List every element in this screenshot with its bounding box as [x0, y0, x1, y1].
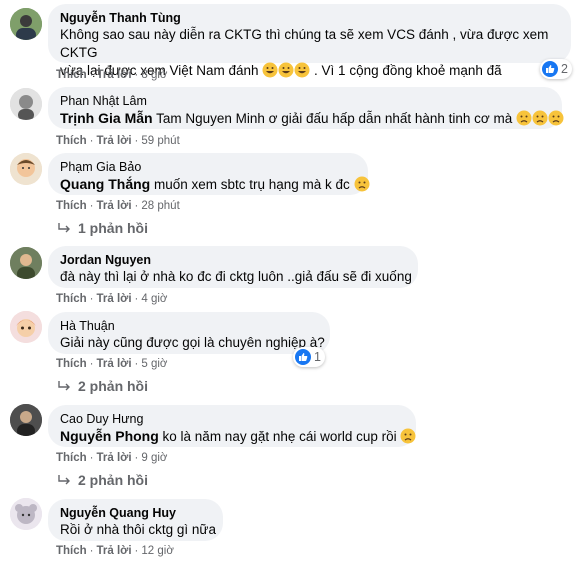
comment-text-body: muốn xem sbtc trụ hạng mà k đc [150, 177, 350, 192]
comment-actions: Thích · Trả lời · 9 giờ [56, 452, 168, 464]
comment-author[interactable]: Cao Duy Hưng [60, 411, 404, 427]
avatar[interactable] [10, 404, 42, 436]
comment-actions: Thích · Trả lời · 5 giờ [56, 358, 168, 370]
reaction-number: 2 [561, 62, 568, 76]
replies-count: 2 phản hồi [78, 378, 148, 394]
like-button[interactable]: Thích [56, 200, 87, 212]
comment-author[interactable]: Nguyễn Thanh Tùng [60, 10, 559, 26]
sad-emoji-icon [400, 428, 416, 444]
reply-button[interactable]: Trả lời [97, 545, 132, 557]
comment-text: Quang Thắng muốn xem sbtc trụ hạng mà k … [60, 175, 370, 194]
comment-text-body: ko là năm nay gặt nhẹ cái world cup rồi [158, 429, 397, 444]
sad-emoji-icon [354, 176, 370, 192]
comment-author[interactable]: Phan Nhật Lâm [60, 93, 550, 109]
like-icon [295, 349, 311, 365]
comment-actions: Thích · Trả lời · 28 phút [56, 200, 180, 212]
like-button[interactable]: Thích [56, 358, 87, 370]
grinning-emoji-icon [294, 62, 310, 78]
comment-bubble: Jordan Nguyen đà này thì lại ở nhà ko đc… [48, 246, 418, 288]
avatar[interactable] [10, 311, 42, 343]
avatar[interactable] [10, 153, 42, 185]
comment-author[interactable]: Hà Thuận [60, 318, 318, 334]
like-button[interactable]: Thích [56, 545, 87, 557]
replies-count: 2 phản hồi [78, 472, 148, 488]
comment-text: Rồi ở nhà thôi cktg gì nữa [60, 522, 216, 537]
comment-bubble: Nguyễn Thanh Tùng Không sao sau này diễn… [48, 4, 571, 78]
comment-actions: Thích · Trả lời · 12 giờ [56, 545, 174, 557]
like-icon [542, 61, 558, 77]
reaction-count[interactable]: 1 [293, 347, 325, 367]
comment-bubble: Phan Nhật Lâm Trịnh Gia Mẫn Tam Nguyen M… [48, 87, 564, 129]
reply-button[interactable]: Trả lời [97, 293, 132, 305]
comment-time[interactable]: 9 giờ [141, 452, 167, 464]
comment-text: Giải này cũng được gọi là chuyên nghiệp … [60, 335, 325, 350]
sad-emoji-icon [516, 110, 532, 126]
view-replies-button[interactable]: 1 phản hồi [58, 220, 148, 236]
avatar-photo-icon [10, 88, 42, 120]
comment-text: Trịnh Gia Mẫn Tam Nguyen Minh ơ giải đấu… [60, 109, 564, 128]
avatar-photo-icon [10, 498, 42, 530]
grinning-emoji-icon [262, 62, 278, 78]
avatar-photo-icon [10, 311, 42, 343]
reply-button[interactable]: Trả lời [97, 69, 132, 81]
reply-button[interactable]: Trả lời [97, 135, 132, 147]
comment-bubble: Phạm Gia Bảo Quang Thắng muốn xem sbtc t… [48, 153, 370, 195]
replies-count: 1 phản hồi [78, 220, 148, 236]
like-button[interactable]: Thích [56, 452, 87, 464]
avatar-photo-icon [10, 153, 42, 185]
comment-text-body: Tam Nguyen Minh ơ giải đấu hấp dẫn nhất … [152, 111, 513, 126]
comment-time[interactable]: 59 phút [141, 135, 179, 147]
emoji-set [262, 62, 314, 78]
reply-arrow-icon [58, 223, 70, 233]
like-button[interactable]: Thích [56, 135, 87, 147]
reply-arrow-icon [58, 475, 70, 485]
comment-time[interactable]: 8 giờ [141, 69, 167, 81]
comment-time[interactable]: 4 giờ [141, 293, 167, 305]
avatar-photo-icon [10, 247, 42, 279]
avatar-photo-icon [10, 404, 42, 436]
comment-author[interactable]: Jordan Nguyen [60, 252, 406, 268]
grinning-emoji-icon [278, 62, 294, 78]
comment-text: Nguyễn Phong ko là năm nay gặt nhẹ cái w… [60, 427, 416, 446]
mention-link[interactable]: Nguyễn Phong [60, 428, 159, 444]
reply-button[interactable]: Trả lời [97, 358, 132, 370]
like-button[interactable]: Thích [56, 293, 87, 305]
view-replies-button[interactable]: 2 phản hồi [58, 472, 148, 488]
comment-author[interactable]: Nguyễn Quang Huy [60, 505, 211, 521]
view-replies-button[interactable]: 2 phản hồi [58, 378, 148, 394]
comment-bubble: Hà Thuận Giải này cũng được gọi là chuyê… [48, 312, 330, 354]
reaction-count[interactable]: 2 [540, 59, 572, 79]
avatar[interactable] [10, 247, 42, 279]
reply-button[interactable]: Trả lời [97, 200, 132, 212]
avatar[interactable] [10, 88, 42, 120]
comment-time[interactable]: 12 giờ [141, 545, 173, 557]
sad-emoji-icon [548, 110, 564, 126]
avatar[interactable] [10, 8, 42, 40]
comment-bubble: Cao Duy Hưng Nguyễn Phong ko là năm nay … [48, 405, 416, 447]
comment-actions: Thích · Trả lời · 4 giờ [56, 293, 168, 305]
comment-actions: Thích · Trả lời · 59 phút [56, 135, 180, 147]
reaction-number: 1 [314, 350, 321, 364]
comment-time[interactable]: 28 phút [141, 200, 179, 212]
reply-arrow-icon [58, 381, 70, 391]
comment-text-line2-after: . Vì 1 cộng đồng khoẻ mạnh đã [314, 63, 502, 78]
like-button[interactable]: Thích [56, 69, 87, 81]
mention-link[interactable]: Trịnh Gia Mẫn [60, 110, 153, 126]
reply-button[interactable]: Trả lời [97, 452, 132, 464]
avatar[interactable] [10, 498, 42, 530]
comment-author[interactable]: Phạm Gia Bảo [60, 159, 356, 175]
comment-text-line1: Không sao sau này diễn ra CKTG thì chúng… [60, 27, 549, 60]
mention-link[interactable]: Quang Thắng [60, 176, 150, 192]
comment-bubble: Nguyễn Quang Huy Rồi ở nhà thôi cktg gì … [48, 499, 223, 541]
sad-emoji-icon [532, 110, 548, 126]
comment-actions: Thích · Trả lời · 8 giờ [56, 69, 168, 81]
avatar-photo-icon [10, 8, 42, 40]
comment-text: đà này thì lại ở nhà ko đc đi cktg luôn … [60, 269, 412, 284]
comment-time[interactable]: 5 giờ [141, 358, 167, 370]
